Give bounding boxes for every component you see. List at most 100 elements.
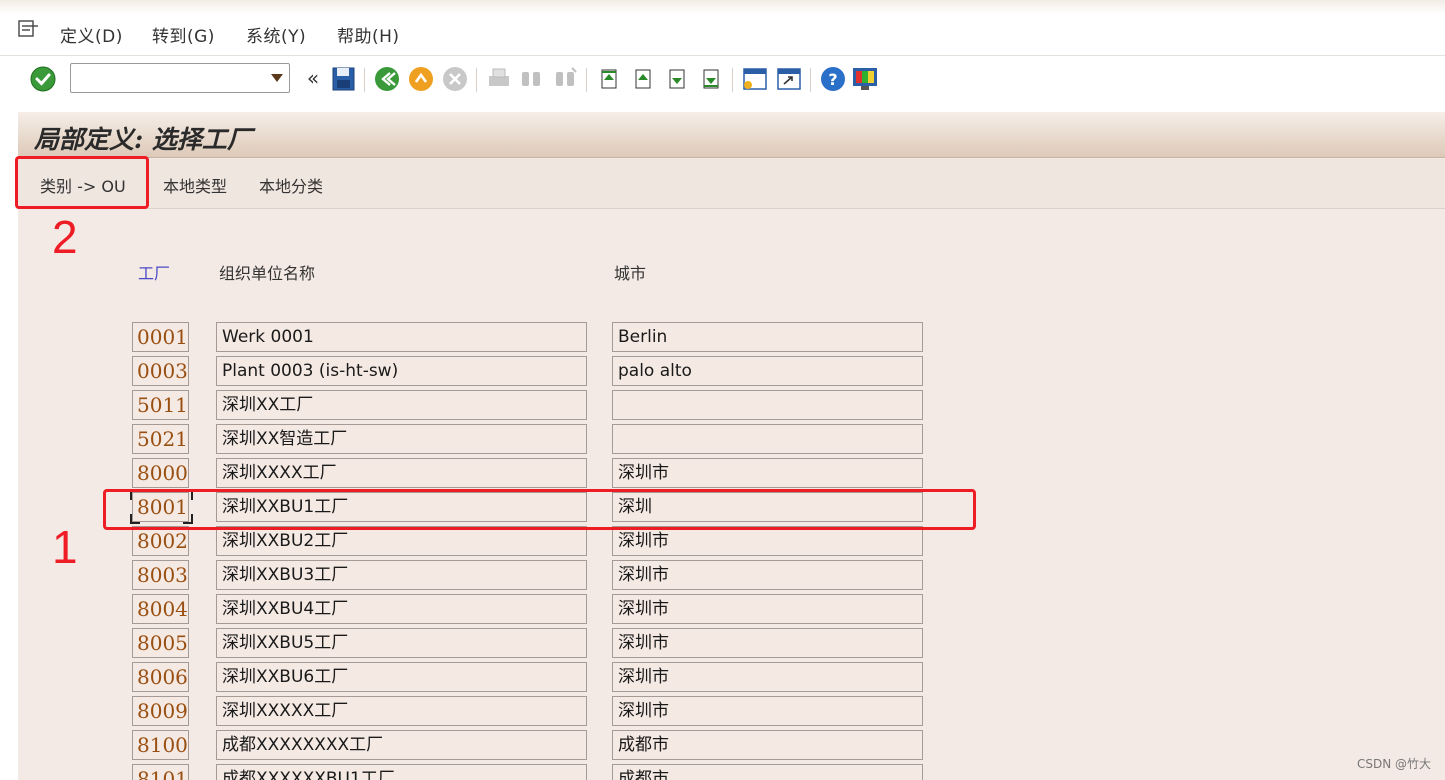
city-field[interactable] [612,390,923,420]
org-unit-name-field[interactable]: 深圳XX工厂 [216,390,587,420]
table-row: 8001 深圳XXBU1工厂 深圳 [18,490,1018,524]
org-unit-name-field[interactable]: 深圳XXBU6工厂 [216,662,587,692]
menu-definition[interactable]: 定义(D) [60,22,123,47]
plant-code-field[interactable]: 8001 [132,492,189,522]
org-unit-name-field[interactable]: 深圳XXBU2工厂 [216,526,587,556]
city-field[interactable]: 深圳市 [612,458,923,488]
local-type-button[interactable]: 本地类型 [163,173,227,197]
annotation-label-2: 2 [52,211,78,263]
page-title: 局部定义: 选择工厂 [34,125,252,154]
application-toolbar: 类别 -> OU 本地类型 本地分类 [18,159,1445,209]
plant-code-field[interactable]: 8004 [132,594,189,624]
city-field[interactable]: 深圳市 [612,594,923,624]
shortcut-icon[interactable] [774,64,804,94]
cancel-icon[interactable] [440,64,470,94]
city-field[interactable] [612,424,923,454]
column-header-org-name: 组织单位名称 [219,264,316,283]
back-double-chevron-icon[interactable]: « [298,64,328,94]
main-area: 局部定义: 选择工厂 类别 -> OU 本地类型 本地分类 工厂 组织单位名称 … [18,112,1445,780]
org-unit-name-field[interactable]: Werk 0001 [216,322,587,352]
org-unit-name-field[interactable]: 成都XXXXXXXX工厂 [216,730,587,760]
org-unit-name-field[interactable]: 深圳XXXXX工厂 [216,696,587,726]
menu-help[interactable]: 帮助(H) [337,22,400,47]
column-header-city: 城市 [614,264,647,283]
city-field[interactable]: Berlin [612,322,923,352]
city-field[interactable]: 深圳市 [612,696,923,726]
org-unit-name-field[interactable]: 深圳XX智造工厂 [216,424,587,454]
title-bar: 局部定义: 选择工厂 [18,112,1445,158]
menu-goto[interactable]: 转到(G) [152,22,215,47]
plant-code-field[interactable]: 5011 [132,390,189,420]
find-next-icon[interactable] [550,64,580,94]
table-row: 8101 成都XXXXXXBU1工厂 成都市 [18,764,1018,780]
plant-code-field[interactable]: 8002 [132,526,189,556]
create-session-icon[interactable] [740,64,770,94]
city-field[interactable]: 成都市 [612,764,923,780]
category-to-ou-button[interactable]: 类别 -> OU [40,173,126,197]
table-row: 0003 Plant 0003 (is-ht-sw) palo alto [18,356,1018,386]
org-unit-name-field[interactable]: 深圳XXXX工厂 [216,458,587,488]
plant-code-field[interactable]: 8003 [132,560,189,590]
command-field[interactable] [70,63,290,93]
city-field[interactable]: 深圳 [612,492,923,522]
back-icon[interactable] [372,64,402,94]
focus-corner [183,490,193,500]
plant-code-field[interactable]: 8101 [132,764,189,780]
plant-code-field[interactable]: 8100 [132,730,189,760]
plant-code-field[interactable]: 8009 [132,696,189,726]
plant-code-field[interactable]: 8000 [132,458,189,488]
table-row: 8003 深圳XXBU3工厂 深圳市 [18,560,1018,590]
save-icon[interactable] [328,64,358,94]
chevron-down-icon[interactable] [271,74,283,82]
find-icon[interactable] [516,64,546,94]
next-page-icon[interactable] [662,64,692,94]
menu-toggle-icon[interactable] [18,20,40,38]
org-unit-name-field[interactable]: 深圳XXBU5工厂 [216,628,587,658]
table-row: 8005 深圳XXBU5工厂 深圳市 [18,628,1018,658]
plant-code-field[interactable]: 0001 [132,322,189,352]
column-header-plant: 工厂 [138,264,171,283]
table-row: 5021 深圳XX智造工厂 [18,424,1018,454]
layout-icon[interactable] [850,64,880,94]
org-unit-name-field[interactable]: 深圳XXBU3工厂 [216,560,587,590]
city-field[interactable]: 深圳市 [612,526,923,556]
exit-icon[interactable] [406,64,436,94]
local-classification-button[interactable]: 本地分类 [259,173,323,197]
org-unit-name-field[interactable]: Plant 0003 (is-ht-sw) [216,356,587,386]
city-field[interactable]: 深圳市 [612,628,923,658]
watermark: CSDN @竹大 [1356,757,1431,771]
svg-text:?: ? [828,70,837,89]
plant-code-field[interactable]: 0003 [132,356,189,386]
annotation-label-1: 1 [52,521,78,573]
check-icon[interactable] [28,64,58,94]
focus-corner [130,514,140,524]
table-row: 8002 深圳XXBU2工厂 深圳市 [18,526,1018,556]
previous-page-icon[interactable] [628,64,658,94]
table-row: 8100 成都XXXXXXXX工厂 成都市 [18,730,1018,760]
plant-code-field[interactable]: 8005 [132,628,189,658]
table-row: 8000 深圳XXXX工厂 深圳市 [18,458,1018,488]
city-field[interactable]: 深圳市 [612,560,923,590]
last-page-icon[interactable] [696,64,726,94]
help-icon[interactable]: ? [818,64,848,94]
focus-corner [130,490,140,500]
print-icon[interactable] [484,64,514,94]
focus-corner [183,514,193,524]
table-row: 8009 深圳XXXXX工厂 深圳市 [18,696,1018,726]
menu-bar: 定义(D) 转到(G) 系统(Y) 帮助(H) [0,0,1445,56]
city-field[interactable]: 深圳市 [612,662,923,692]
plant-code-field[interactable]: 8006 [132,662,189,692]
plant-code-field[interactable]: 5021 [132,424,189,454]
table-row: 5011 深圳XX工厂 [18,390,1018,420]
first-page-icon[interactable] [594,64,624,94]
city-field[interactable]: palo alto [612,356,923,386]
city-field[interactable]: 成都市 [612,730,923,760]
org-unit-name-field[interactable]: 成都XXXXXXBU1工厂 [216,764,587,780]
standard-toolbar: « ? [0,56,1445,102]
table-row: 0001 Werk 0001 Berlin [18,322,1018,352]
command-input[interactable] [71,64,261,92]
org-unit-name-field[interactable]: 深圳XXBU4工厂 [216,594,587,624]
org-unit-name-field[interactable]: 深圳XXBU1工厂 [216,492,587,522]
menu-system[interactable]: 系统(Y) [246,22,306,47]
table-row: 8006 深圳XXBU6工厂 深圳市 [18,662,1018,692]
